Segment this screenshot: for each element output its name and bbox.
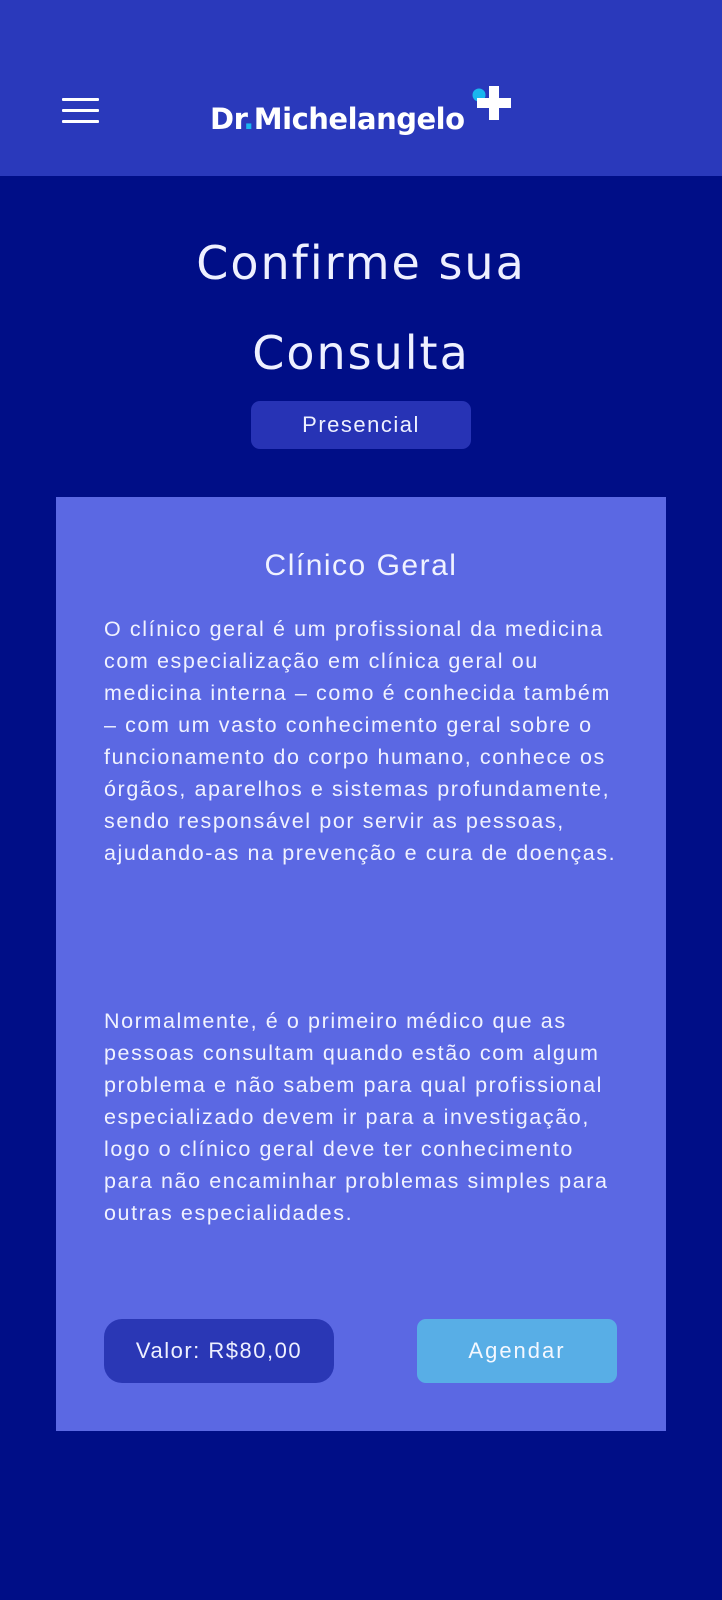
schedule-button[interactable]: Agendar: [417, 1319, 617, 1383]
consultation-mode-badge: Presencial: [251, 401, 471, 449]
top-app-bar: Dr.Michelangelo: [0, 0, 722, 176]
page-title: Confirme sua Consulta: [0, 218, 722, 398]
page-title-line2: Consulta: [252, 326, 470, 380]
page-title-line1: Confirme sua: [196, 236, 526, 290]
logo-text-dr: Dr: [210, 102, 244, 136]
brand-logo[interactable]: Dr.Michelangelo: [210, 102, 465, 136]
hamburger-menu-icon[interactable]: [62, 98, 100, 126]
specialty-card: Clínico Geral O clínico geral é um profi…: [56, 497, 666, 1431]
specialty-description-paragraph-1: O clínico geral é um profissional da med…: [104, 617, 617, 865]
medical-cross-icon: [472, 86, 511, 120]
price-label: Valor: R$80,00: [104, 1319, 334, 1383]
logo-text-name: Michelangelo: [253, 102, 465, 136]
logo-dot: .: [243, 102, 254, 136]
specialty-title: Clínico Geral: [264, 549, 458, 582]
specialty-description-paragraph-2: Normalmente, é o primeiro médico que as …: [104, 1009, 609, 1225]
